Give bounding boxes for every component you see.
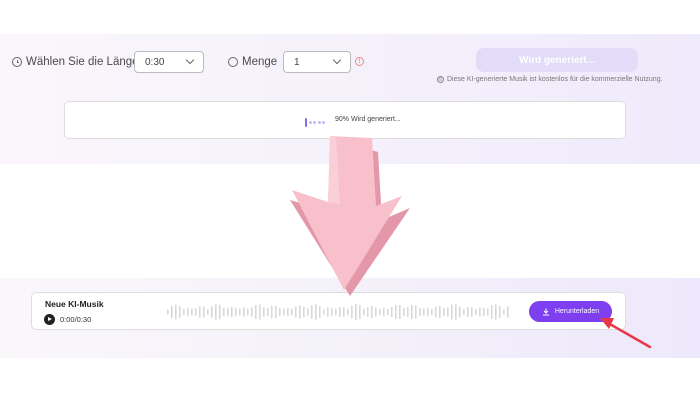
play-icon[interactable]	[44, 314, 55, 325]
music-note-icon	[228, 57, 238, 67]
waveform[interactable]	[167, 303, 512, 321]
license-note-text: Diese KI-generierte Musik ist kostenlos …	[447, 76, 663, 83]
download-icon	[542, 308, 549, 315]
music-result-card: Neue KI-Musik 0:00/0:30 Herunterladen	[31, 292, 626, 330]
warning-icon[interactable]: !	[355, 57, 364, 66]
generate-button[interactable]: Wird generiert...	[476, 48, 638, 72]
quantity-option: Menge	[228, 56, 277, 68]
quantity-select[interactable]: 1	[283, 51, 351, 73]
quantity-label: Menge	[242, 56, 278, 68]
progress-text: 90% Wird generiert...	[335, 116, 401, 123]
progress-card: 90% Wird generiert...	[64, 101, 626, 139]
length-option: Wählen Sie die Länge	[12, 56, 139, 68]
track-time: 0:00/0:30	[60, 315, 92, 324]
track-title: Neue KI-Musik	[45, 299, 104, 309]
length-select[interactable]: 0:30	[134, 51, 204, 73]
chevron-down-icon	[332, 55, 342, 65]
download-button[interactable]: Herunterladen	[529, 301, 612, 322]
clock-icon	[12, 57, 22, 67]
download-label: Herunterladen	[554, 308, 600, 315]
copyright-icon: ©	[437, 76, 444, 83]
quantity-select-value: 1	[294, 56, 300, 68]
chevron-down-icon	[185, 55, 195, 65]
license-note: © Diese KI-generierte Musik ist kostenlo…	[437, 76, 663, 83]
length-label: Wählen Sie die Länge	[26, 56, 139, 68]
loading-indicator-icon	[305, 118, 325, 127]
length-select-value: 0:30	[145, 56, 165, 68]
